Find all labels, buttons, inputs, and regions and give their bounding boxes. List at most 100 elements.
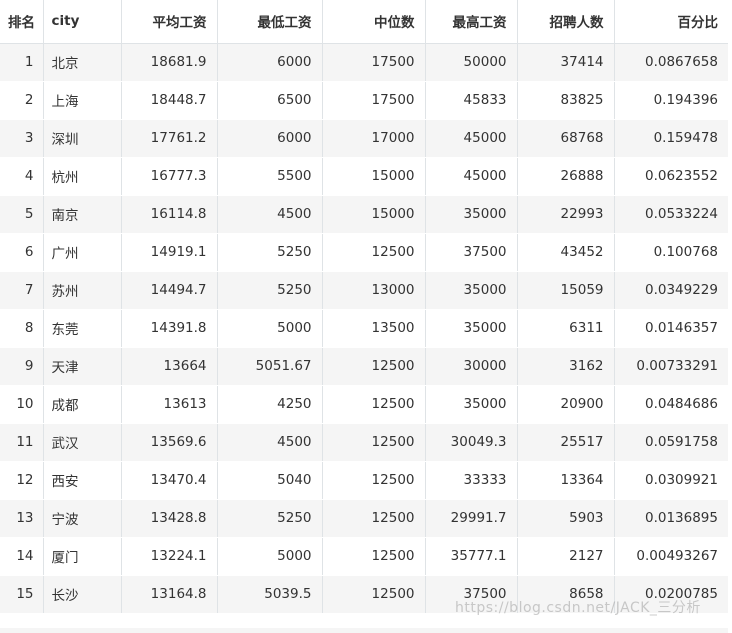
hiring-count-cell: 20900 bbox=[517, 385, 615, 424]
percentage-cell: 0.00733291 bbox=[614, 347, 728, 386]
city-cell: 厦门 bbox=[43, 537, 122, 576]
table-header-row: 排名 city 平均工资 最低工资 中位数 最高工资 招聘人数 百分比 bbox=[0, 0, 728, 44]
rank-cell: 1 bbox=[0, 43, 44, 82]
min-salary-cell: 4500 bbox=[217, 195, 323, 234]
percentage-cell: 0.0349229 bbox=[614, 271, 728, 310]
hiring-count-cell: 3162 bbox=[517, 347, 615, 386]
rank-cell: 6 bbox=[0, 233, 44, 272]
median-cell: 12500 bbox=[322, 575, 426, 614]
max-salary-cell: 30000 bbox=[425, 347, 518, 386]
table-row: 15 长沙 13164.8 5039.5 12500 37500 8658 0.0200785 bbox=[0, 575, 728, 614]
hiring-count-cell: 22993 bbox=[517, 195, 615, 234]
city-cell: 东莞 bbox=[43, 309, 122, 348]
city-cell: 上海 bbox=[43, 81, 122, 120]
hiring-count-cell: 13364 bbox=[517, 461, 615, 500]
table-row: 13 宁波 13428.8 5250 12500 29991.7 5903 0.0136895 bbox=[0, 499, 728, 538]
header-min-salary[interactable]: 最低工资 bbox=[217, 0, 323, 44]
min-salary-cell: 6000 bbox=[217, 43, 323, 82]
min-salary-cell: 5500 bbox=[217, 157, 323, 196]
table-row: 3 深圳 17761.2 6000 17000 45000 68768 0.159478 bbox=[0, 119, 728, 158]
hiring-count-cell: 68768 bbox=[517, 119, 615, 158]
city-cell: 宁波 bbox=[43, 499, 122, 538]
header-hiring-count[interactable]: 招聘人数 bbox=[517, 0, 615, 44]
min-salary-cell: 5000 bbox=[217, 309, 323, 348]
avg-salary-cell: 18681.9 bbox=[121, 43, 218, 82]
table-row: 2 上海 18448.7 6500 17500 45833 83825 0.194396 bbox=[0, 81, 728, 120]
percentage-cell: 0.159478 bbox=[614, 119, 728, 158]
median-cell: 17500 bbox=[322, 43, 426, 82]
avg-salary-cell: 17761.2 bbox=[121, 119, 218, 158]
table-row: 5 南京 16114.8 4500 15000 35000 22993 0.0533224 bbox=[0, 195, 728, 234]
percentage-cell: 0.194396 bbox=[614, 81, 728, 120]
avg-salary-cell: 14494.7 bbox=[121, 271, 218, 310]
hiring-count-cell: 37414 bbox=[517, 43, 615, 82]
percentage-cell: 0.0484686 bbox=[614, 385, 728, 424]
max-salary-cell: 37500 bbox=[425, 233, 518, 272]
min-salary-cell: 5250 bbox=[217, 499, 323, 538]
min-salary-cell: 6500 bbox=[217, 81, 323, 120]
city-cell: 北京 bbox=[43, 43, 122, 82]
median-cell: 13500 bbox=[322, 309, 426, 348]
percentage-cell: 0.100768 bbox=[614, 233, 728, 272]
median-cell: 15000 bbox=[322, 195, 426, 234]
max-salary-cell: 33333 bbox=[425, 461, 518, 500]
min-salary-cell: 6000 bbox=[217, 119, 323, 158]
rank-cell: 15 bbox=[0, 575, 44, 614]
header-rank[interactable]: 排名 bbox=[0, 0, 44, 44]
avg-salary-cell: 13470.4 bbox=[121, 461, 218, 500]
table-row: 9 天津 13664 5051.67 12500 30000 3162 0.00733291 bbox=[0, 347, 728, 386]
rank-cell: 9 bbox=[0, 347, 44, 386]
rank-cell: 3 bbox=[0, 119, 44, 158]
salary-table: 排名 city 平均工资 最低工资 中位数 最高工资 招聘人数 百分比 1 北京 1… bbox=[0, 0, 728, 614]
min-salary-cell: 5250 bbox=[217, 233, 323, 272]
max-salary-cell: 45833 bbox=[425, 81, 518, 120]
table-row: 12 西安 13470.4 5040 12500 33333 13364 0.0309921 bbox=[0, 461, 728, 500]
table-row: 14 厦门 13224.1 5000 12500 35777.1 2127 0.0049326… bbox=[0, 537, 728, 576]
median-cell: 12500 bbox=[322, 385, 426, 424]
percentage-cell: 0.00493267 bbox=[614, 537, 728, 576]
avg-salary-cell: 13613 bbox=[121, 385, 218, 424]
city-cell: 武汉 bbox=[43, 423, 122, 462]
median-cell: 12500 bbox=[322, 461, 426, 500]
header-avg-salary[interactable]: 平均工资 bbox=[121, 0, 218, 44]
rank-cell: 14 bbox=[0, 537, 44, 576]
avg-salary-cell: 13164.8 bbox=[121, 575, 218, 614]
header-median[interactable]: 中位数 bbox=[322, 0, 426, 44]
percentage-cell: 0.0309921 bbox=[614, 461, 728, 500]
median-cell: 12500 bbox=[322, 537, 426, 576]
header-percentage[interactable]: 百分比 bbox=[614, 0, 728, 44]
bottom-row-edge bbox=[0, 628, 728, 633]
hiring-count-cell: 43452 bbox=[517, 233, 615, 272]
hiring-count-cell: 15059 bbox=[517, 271, 615, 310]
percentage-cell: 0.0146357 bbox=[614, 309, 728, 348]
avg-salary-cell: 16114.8 bbox=[121, 195, 218, 234]
max-salary-cell: 35000 bbox=[425, 271, 518, 310]
hiring-count-cell: 2127 bbox=[517, 537, 615, 576]
city-cell: 广州 bbox=[43, 233, 122, 272]
city-cell: 长沙 bbox=[43, 575, 122, 614]
median-cell: 12500 bbox=[322, 233, 426, 272]
min-salary-cell: 5040 bbox=[217, 461, 323, 500]
min-salary-cell: 4500 bbox=[217, 423, 323, 462]
min-salary-cell: 5039.5 bbox=[217, 575, 323, 614]
avg-salary-cell: 13428.8 bbox=[121, 499, 218, 538]
max-salary-cell: 35000 bbox=[425, 385, 518, 424]
city-cell: 深圳 bbox=[43, 119, 122, 158]
median-cell: 12500 bbox=[322, 423, 426, 462]
header-city[interactable]: city bbox=[43, 0, 122, 44]
median-cell: 17000 bbox=[322, 119, 426, 158]
rank-cell: 10 bbox=[0, 385, 44, 424]
max-salary-cell: 30049.3 bbox=[425, 423, 518, 462]
avg-salary-cell: 16777.3 bbox=[121, 157, 218, 196]
table-row: 6 广州 14919.1 5250 12500 37500 43452 0.100768 bbox=[0, 233, 728, 272]
hiring-count-cell: 25517 bbox=[517, 423, 615, 462]
city-cell: 天津 bbox=[43, 347, 122, 386]
avg-salary-cell: 13569.6 bbox=[121, 423, 218, 462]
median-cell: 17500 bbox=[322, 81, 426, 120]
rank-cell: 4 bbox=[0, 157, 44, 196]
table-row: 8 东莞 14391.8 5000 13500 35000 6311 0.0146357 bbox=[0, 309, 728, 348]
rank-cell: 13 bbox=[0, 499, 44, 538]
city-cell: 成都 bbox=[43, 385, 122, 424]
max-salary-cell: 35000 bbox=[425, 195, 518, 234]
header-max-salary[interactable]: 最高工资 bbox=[425, 0, 518, 44]
